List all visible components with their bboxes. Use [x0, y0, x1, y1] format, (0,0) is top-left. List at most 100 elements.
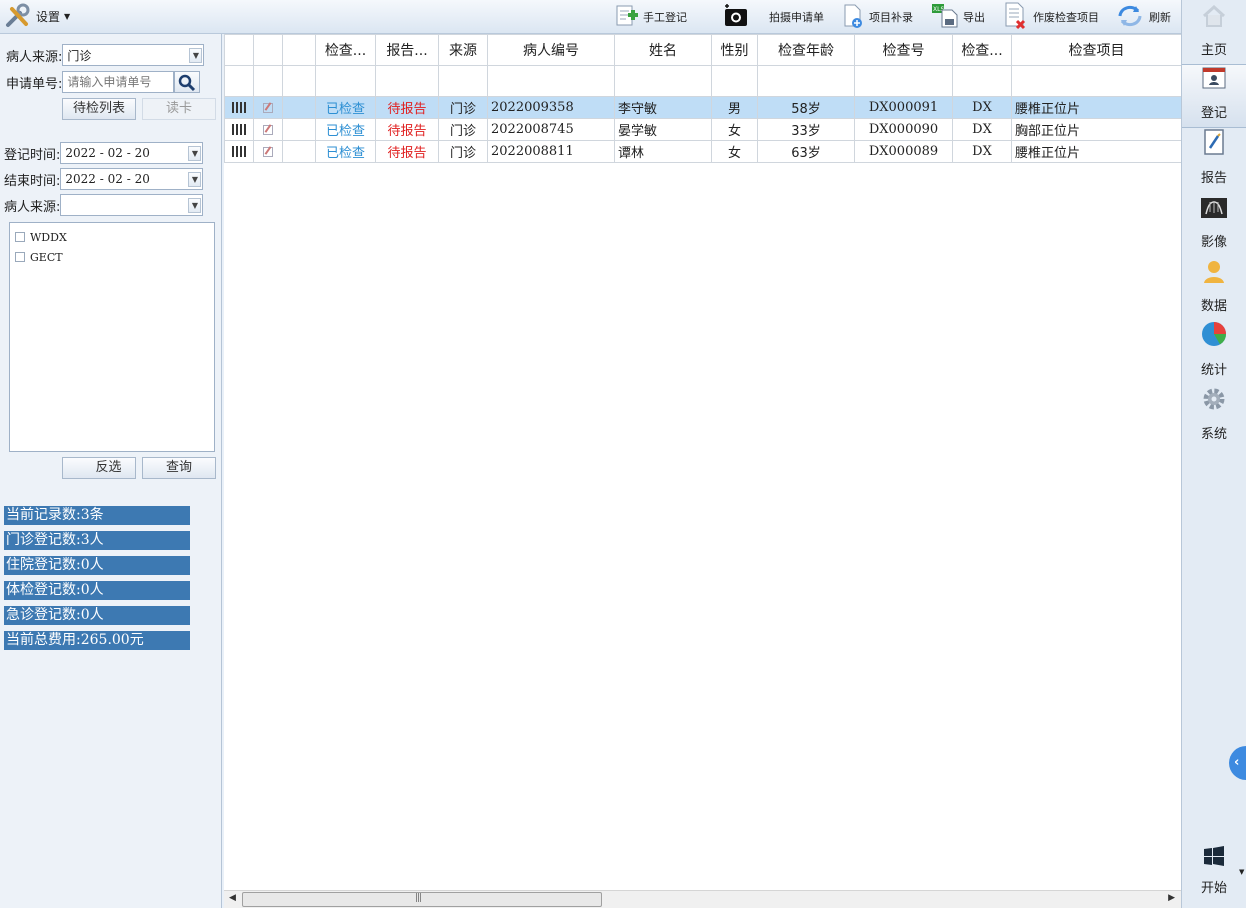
- capture-request-button[interactable]: 拍摄申请单: [722, 3, 824, 31]
- column-header[interactable]: [253, 34, 283, 66]
- table-row[interactable]: 已检查 待报告 门诊 2022008811 谭林 女 63岁 DX000089 …: [224, 140, 1181, 163]
- export-button[interactable]: XLS 导出: [930, 3, 985, 31]
- filter-cell[interactable]: [854, 65, 953, 97]
- exam-item-cell: 腰椎正位片: [1011, 140, 1181, 163]
- table-row[interactable]: 已检查 待报告 门诊 2022009358 李守敏 男 58岁 DX000091…: [224, 96, 1181, 119]
- end-time-value: 2022 - 02 - 20: [65, 172, 150, 186]
- device-item[interactable]: WDDX: [10, 227, 214, 247]
- checkbox[interactable]: [15, 252, 25, 262]
- refresh-button[interactable]: 刷新: [1114, 3, 1171, 31]
- table-row[interactable]: 已检查 待报告 门诊 2022008745 晏学敏 女 33岁 DX000090…: [224, 118, 1181, 141]
- nav-item-statistics[interactable]: 统计: [1182, 320, 1246, 384]
- export-xls-icon: XLS: [930, 3, 960, 32]
- horizontal-scrollbar[interactable]: ◀ ||| ▶: [224, 890, 1181, 908]
- top-toolbar: 设置 ▼ 手工登记 拍摄申请单 项目补录 XLS 导出 作废检查项目 刷新: [0, 0, 1181, 34]
- void-document-icon: [1002, 2, 1030, 33]
- nav-label: 报告: [1200, 171, 1227, 186]
- column-header-modality[interactable]: 检查...: [952, 34, 1012, 66]
- column-header-sex[interactable]: 性别: [711, 34, 758, 66]
- filter-cell[interactable]: [315, 65, 376, 97]
- register-time-row: 登记时间: 2022 - 02 - 20 ▼: [4, 142, 204, 164]
- exam-status-cell: 已检查: [315, 96, 376, 119]
- filter-cell[interactable]: [253, 65, 283, 97]
- chevron-down-icon[interactable]: ▼: [189, 48, 203, 63]
- tool-label: 导出: [963, 11, 985, 24]
- chevron-down-icon[interactable]: ▼: [188, 146, 202, 161]
- checkbox[interactable]: [15, 232, 25, 242]
- column-header-source[interactable]: 来源: [438, 34, 488, 66]
- end-time-picker[interactable]: 2022 - 02 - 20 ▼: [60, 168, 204, 190]
- exam-no-cell: DX000091: [854, 96, 953, 119]
- filter-cell[interactable]: [614, 65, 712, 97]
- nav-item-data[interactable]: 数据: [1182, 256, 1246, 320]
- manual-register-button[interactable]: 手工登记: [614, 3, 687, 31]
- nav-label: 主页: [1200, 43, 1227, 58]
- stat-emergency: 急诊登记数:0人: [4, 606, 190, 625]
- scroll-left-arrow-icon[interactable]: ◀: [229, 893, 236, 903]
- end-time-label: 结束时间:: [4, 173, 61, 189]
- register-time-value: 2022 - 02 - 20: [65, 146, 150, 160]
- patient-id-cell: 2022009358: [487, 96, 615, 119]
- column-header[interactable]: [224, 34, 254, 66]
- invert-toggle[interactable]: [62, 457, 82, 479]
- pending-list-button[interactable]: 待检列表: [62, 98, 136, 120]
- search-icon[interactable]: [174, 71, 201, 93]
- column-header-age[interactable]: 检查年龄: [757, 34, 855, 66]
- exam-no-cell: DX000090: [854, 118, 953, 141]
- filter-cell[interactable]: [282, 65, 316, 97]
- filter-cell[interactable]: [952, 65, 1012, 97]
- filter-cell[interactable]: [711, 65, 758, 97]
- device-item[interactable]: GECT: [10, 247, 214, 267]
- scrollbar-thumb[interactable]: |||: [242, 892, 602, 907]
- barcode-icon[interactable]: [224, 140, 254, 163]
- edit-icon[interactable]: [253, 118, 283, 141]
- source-label: 病人来源:: [6, 49, 63, 65]
- add-document-icon: [840, 3, 866, 32]
- invert-select-button[interactable]: 反选: [82, 457, 136, 479]
- nav-item-images[interactable]: 影像: [1182, 192, 1246, 256]
- read-card-button[interactable]: 读卡: [142, 98, 216, 120]
- column-header-exam-no[interactable]: 检查号: [854, 34, 953, 66]
- request-number-input[interactable]: [62, 71, 175, 93]
- column-header-patient-id[interactable]: 病人编号: [487, 34, 615, 66]
- settings-menu[interactable]: 设置 ▼: [4, 3, 70, 29]
- nav-item-report[interactable]: 报告: [1182, 128, 1246, 192]
- exam-no-cell: DX000089: [854, 140, 953, 163]
- nav-item-register[interactable]: 登记: [1182, 64, 1246, 128]
- tool-label: 拍摄申请单: [769, 11, 824, 24]
- column-header-exam-item[interactable]: 检查项目: [1011, 34, 1181, 66]
- column-header-exam-status[interactable]: 检查...: [315, 34, 376, 66]
- start-button[interactable]: 开始: [1182, 844, 1246, 902]
- filter-cell[interactable]: [1011, 65, 1181, 97]
- source-cell: 门诊: [438, 140, 488, 163]
- scroll-right-arrow-icon[interactable]: ▶: [1168, 893, 1175, 903]
- source2-select[interactable]: ▼: [60, 194, 204, 216]
- query-button[interactable]: 查询: [142, 457, 216, 479]
- nav-item-home[interactable]: 主页: [1182, 0, 1246, 64]
- column-header[interactable]: [282, 34, 316, 66]
- chevron-down-icon: ▼: [64, 11, 71, 21]
- tool-label: 作废检查项目: [1033, 11, 1099, 24]
- barcode-icon[interactable]: [224, 96, 254, 119]
- column-header-name[interactable]: 姓名: [614, 34, 712, 66]
- request-label: 申请单号:: [6, 76, 63, 92]
- barcode-icon[interactable]: [224, 118, 254, 141]
- source2-label: 病人来源:: [4, 199, 61, 215]
- source-select[interactable]: 门诊 ▼: [62, 44, 205, 66]
- grid-filter-row: [224, 65, 1181, 97]
- filter-cell[interactable]: [438, 65, 488, 97]
- filter-cell[interactable]: [224, 65, 254, 97]
- chevron-down-icon[interactable]: ▼: [188, 172, 202, 187]
- filter-cell[interactable]: [757, 65, 855, 97]
- void-item-button[interactable]: 作废检查项目: [1002, 2, 1099, 33]
- nav-item-system[interactable]: 系统: [1182, 384, 1246, 448]
- chevron-down-icon[interactable]: ▼: [188, 198, 202, 213]
- column-header-report-status[interactable]: 报告...: [375, 34, 439, 66]
- edit-icon[interactable]: [253, 140, 283, 163]
- register-time-picker[interactable]: 2022 - 02 - 20 ▼: [60, 142, 204, 164]
- filter-cell[interactable]: [487, 65, 615, 97]
- edit-icon[interactable]: [253, 96, 283, 119]
- add-item-button[interactable]: 项目补录: [840, 3, 913, 31]
- filter-cell[interactable]: [375, 65, 439, 97]
- manual-register-icon: [614, 4, 640, 31]
